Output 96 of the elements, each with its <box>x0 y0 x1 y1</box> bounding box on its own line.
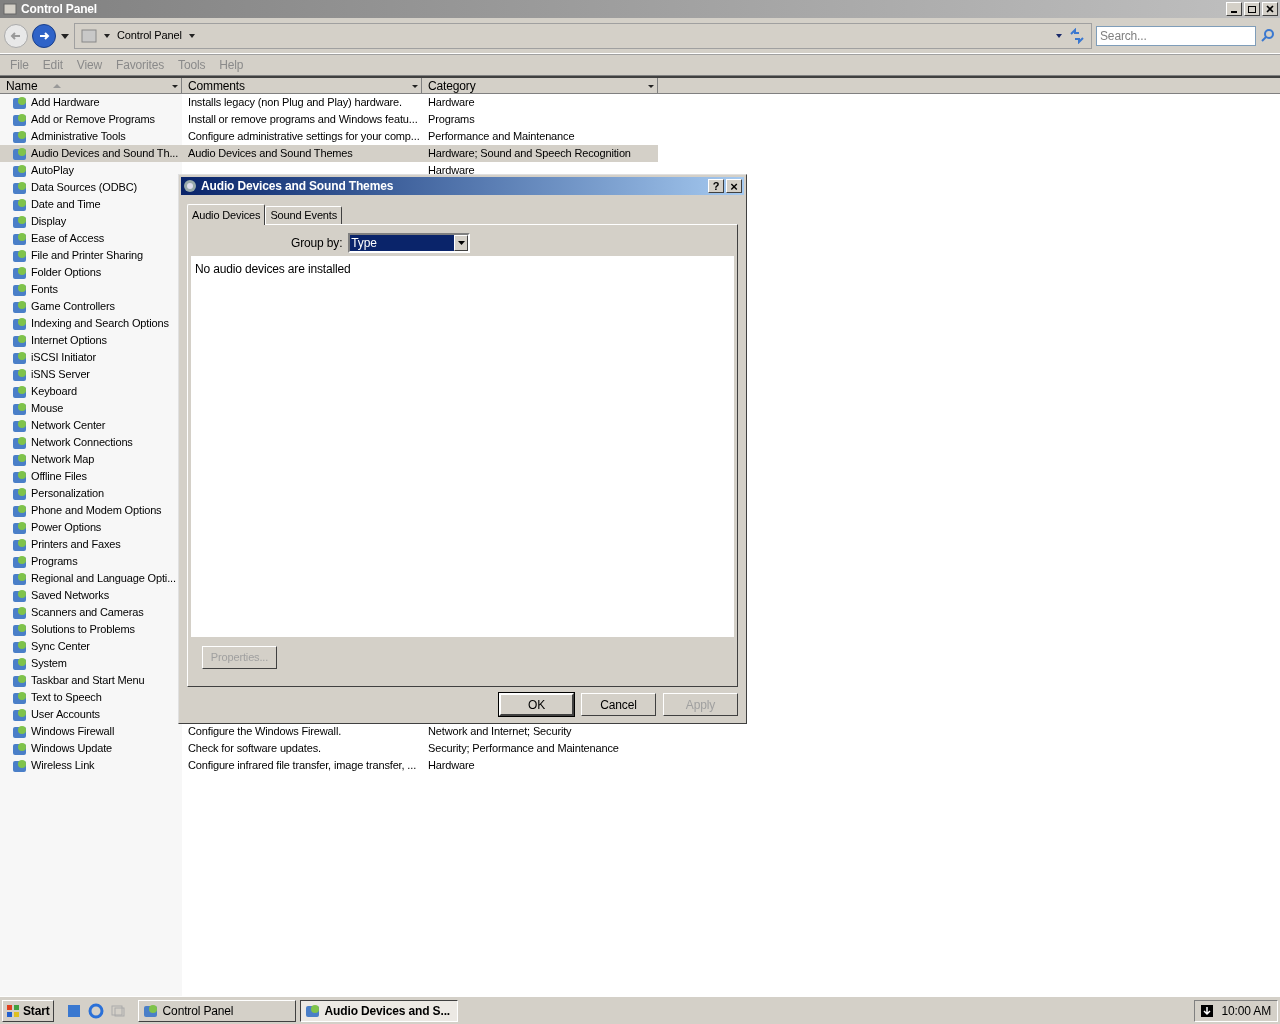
category-text: Security; Performance and Maintenance <box>428 742 619 755</box>
category-text: Hardware <box>428 96 475 109</box>
applet-icon <box>12 315 28 332</box>
applet-icon <box>12 94 28 111</box>
minimize-button[interactable] <box>1226 2 1242 16</box>
applet-name[interactable]: Audio Devices and Sound Th... <box>31 145 179 162</box>
category-text: Hardware <box>428 759 475 772</box>
applet-icon <box>12 349 28 366</box>
tab[interactable]: Audio Devices <box>187 204 266 225</box>
applet-icon <box>12 281 28 298</box>
search-field[interactable]: Search... <box>1096 25 1256 46</box>
applet-icon <box>12 740 28 757</box>
applet-icon <box>12 366 28 383</box>
applet-name[interactable]: System <box>31 655 67 672</box>
category-text: Performance and Maintenance <box>428 130 575 143</box>
applet-icon <box>12 604 28 621</box>
applet-icon <box>12 757 28 774</box>
dialog-button[interactable]: Cancel <box>581 693 656 716</box>
applet-icon <box>304 1002 321 1019</box>
taskbar-button[interactable]: Audio Devices and S... <box>299 999 458 1022</box>
column-header[interactable]: Category <box>422 78 658 93</box>
comment-text: Install or remove programs and Windows featu... <box>188 113 418 126</box>
applet-icon <box>12 213 28 230</box>
applet-name[interactable]: Mouse <box>31 400 64 417</box>
applet-icon <box>12 417 28 434</box>
windows-flag-icon <box>6 1003 20 1018</box>
restore-button[interactable] <box>1244 2 1260 16</box>
applet-icon <box>12 162 28 179</box>
comment-text: Configure the Windows Firewall. <box>188 725 342 738</box>
applet-icon <box>12 179 28 196</box>
group-by-dropdown[interactable]: Type <box>348 233 471 253</box>
applet-icon <box>12 298 28 315</box>
address-bar[interactable]: Control Panel <box>74 22 1092 49</box>
category-text: Network and Internet; Security <box>428 725 572 738</box>
applet-icon <box>12 587 28 604</box>
tab[interactable]: Sound Events <box>265 206 343 224</box>
category-text: Programs <box>428 113 475 126</box>
back-arrow-icon <box>10 29 22 42</box>
comment-text: Configure administrative settings for your comp... <box>188 130 420 143</box>
applet-icon <box>12 621 28 638</box>
applet-icon <box>12 485 28 502</box>
applet-icon <box>12 519 28 536</box>
applet-icon <box>12 247 28 264</box>
comment-text: Installs legacy (non Plug and Play) hardware. <box>188 96 402 109</box>
comment-text: Check for software updates. <box>188 742 321 755</box>
applet-icon <box>12 553 28 570</box>
applet-icon <box>12 723 28 740</box>
dialog-title: Audio Devices and Sound Themes <box>201 178 395 195</box>
category-text: Hardware; Sound and Speech Recognition <box>428 147 631 160</box>
dialog-button[interactable]: OK <box>499 693 574 716</box>
applet-icon <box>12 332 28 349</box>
applet-icon <box>12 638 28 655</box>
forward-arrow-icon <box>38 29 50 42</box>
applet-icon <box>12 145 28 162</box>
taskbar-button[interactable]: Control Panel <box>137 999 296 1022</box>
applet-icon <box>12 689 28 706</box>
start-button[interactable]: Start <box>2 999 54 1022</box>
comment-text: Audio Devices and Sound Themes <box>188 147 353 160</box>
applet-icon <box>12 655 28 672</box>
close-button[interactable]: × <box>726 179 742 193</box>
applet-name[interactable]: Display <box>31 213 67 230</box>
restore-icon <box>1248 5 1256 13</box>
close-icon <box>1266 5 1274 13</box>
applet-icon <box>12 230 28 247</box>
window-icon <box>3 2 17 16</box>
applet-icon <box>12 672 28 689</box>
applet-icon <box>12 468 28 485</box>
applet-icon <box>12 451 28 468</box>
applet-icon <box>142 1002 159 1019</box>
applet-icon <box>12 502 28 519</box>
quick-launch-icon[interactable] <box>65 1002 82 1019</box>
applet-icon <box>12 434 28 451</box>
close-button[interactable] <box>1262 2 1278 16</box>
caret-icon <box>457 241 465 245</box>
empty-message: No audio devices are installed <box>195 262 351 276</box>
window-title: Control Panel <box>21 1 99 18</box>
category-text: Hardware <box>428 164 475 177</box>
search-icon[interactable] <box>1260 27 1276 44</box>
applet-icon <box>12 111 28 128</box>
group-by-label: Group by: <box>291 235 343 252</box>
applet-icon <box>12 706 28 723</box>
applet-icon <box>12 128 28 145</box>
comment-text: Configure infrared file transfer, image transfer, ... <box>188 759 417 772</box>
download-icon[interactable] <box>1201 1004 1214 1017</box>
applet-icon <box>12 383 28 400</box>
applet-icon <box>12 400 28 417</box>
applet-icon <box>12 196 28 213</box>
column-header[interactable]: Name <box>0 78 182 93</box>
column-header[interactable]: Comments <box>182 78 422 93</box>
clock: 10:00 AM <box>1221 1002 1271 1020</box>
forward-button[interactable] <box>32 23 56 48</box>
help-button[interactable]: ? <box>708 179 724 193</box>
applet-icon <box>12 536 28 553</box>
applet-icon <box>12 570 28 587</box>
applet-name[interactable]: Fonts <box>31 281 58 298</box>
applet-icon <box>12 264 28 281</box>
